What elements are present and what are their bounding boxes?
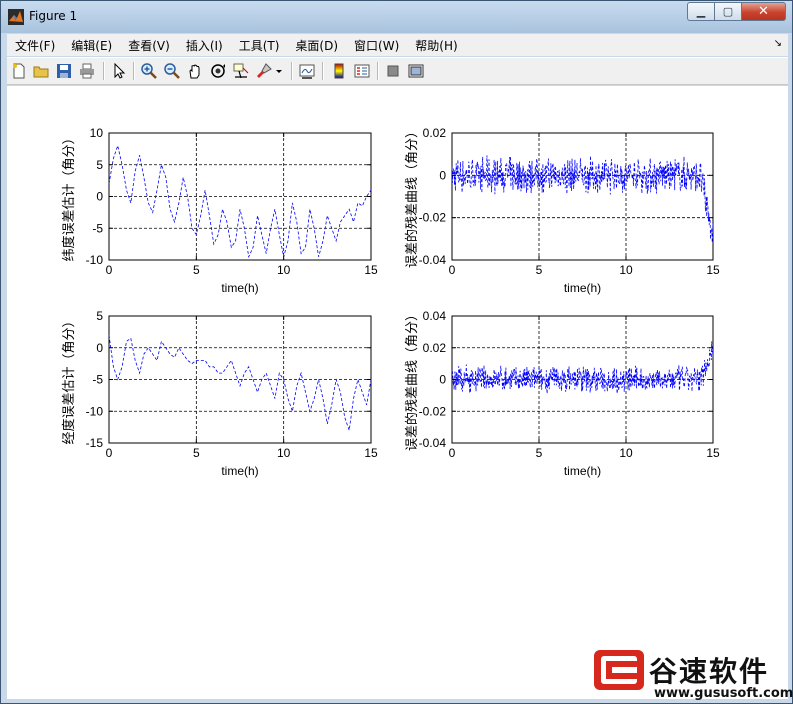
y-tick-label: -0.04 <box>419 253 447 267</box>
watermark-url: www.gususoft.com <box>654 686 793 701</box>
y-tick-label: -0.02 <box>419 211 447 225</box>
x-tick-label: 5 <box>536 446 543 460</box>
x-tick-label: 15 <box>706 263 720 277</box>
menu-bar: 文件(F) 编辑(E) 查看(V) 插入(I) 工具(T) 桌面(D) 窗口(W… <box>7 34 788 56</box>
x-tick-label: 10 <box>619 263 633 277</box>
axes-3[interactable]: 0 5 10 15 5 0 -5 -10 -15 time(h) 经度误差估计（角分） <box>61 309 378 478</box>
y-axis-label: 经度误差估计（角分） <box>61 314 76 444</box>
figure-window: Figure 1 ▁ ▢ ✕ 文件(F) 编辑(E) 查看(V) 插入(I) 工… <box>0 0 793 704</box>
y-axis-label: 纬度误差估计（角分） <box>61 131 76 261</box>
menu-view[interactable]: 查看(V) <box>120 37 178 54</box>
x-tick-label: 0 <box>449 263 456 277</box>
link-plot-icon[interactable] <box>299 63 315 79</box>
y-tick-label: 0 <box>439 373 446 387</box>
brush-dropdown-icon[interactable] <box>275 63 283 79</box>
new-figure-icon[interactable] <box>11 63 27 79</box>
axes-4[interactable]: 0 5 10 15 0.04 0.02 0 -0.02 -0.04 time(h) 误差的残差曲线（… <box>404 308 720 478</box>
brush-icon[interactable] <box>256 63 272 79</box>
edit-plot-arrow-icon[interactable] <box>111 63 127 79</box>
axes-1[interactable]: 0 5 10 15 10 5 0 -5 -10 time(h) 纬度误差估计（角分） <box>61 126 378 295</box>
axes-box <box>451 132 714 261</box>
title-bar[interactable]: Figure 1 ▁ ▢ ✕ <box>1 1 792 33</box>
plots-svg: 0 5 10 15 10 5 0 -5 -10 time(h) 纬度误差估计（角分） 0 5 10 15 0.… <box>61 125 720 478</box>
y-axis-label: 误差的残差曲线（角分） <box>404 125 419 268</box>
x-tick-label: 15 <box>364 446 378 460</box>
menu-file[interactable]: 文件(F) <box>7 37 63 54</box>
y-tick-label: 0.02 <box>423 341 447 355</box>
print-icon[interactable] <box>79 63 95 79</box>
watermark-brand: 谷速软件 <box>649 655 770 688</box>
menu-insert[interactable]: 插入(I) <box>178 37 231 54</box>
rotate-3d-icon[interactable] <box>210 63 226 79</box>
menu-overflow-icon[interactable]: ↘ <box>774 38 782 49</box>
y-tick-label: 5 <box>96 158 103 172</box>
menu-desktop[interactable]: 桌面(D) <box>287 37 346 54</box>
y-tick-label: 0 <box>439 168 446 182</box>
watermark: 谷速软件 www.gususoft.com <box>592 650 793 704</box>
x-axis-label: time(h) <box>564 281 601 295</box>
zoom-in-icon[interactable] <box>141 63 157 79</box>
x-tick-label: 15 <box>364 263 378 277</box>
y-tick-label: 0 <box>96 190 103 204</box>
y-tick-label: 0.02 <box>423 126 447 140</box>
matlab-logo-icon <box>8 9 24 25</box>
save-icon[interactable] <box>56 63 72 79</box>
close-button[interactable]: ✕ <box>741 2 786 21</box>
window-title: Figure 1 <box>29 9 78 23</box>
figure-toolbar <box>7 57 788 85</box>
menu-edit[interactable]: 编辑(E) <box>63 37 120 54</box>
colorbar-icon[interactable] <box>331 63 347 79</box>
y-tick-label: 0 <box>96 341 103 355</box>
gususoft-logo-icon <box>594 650 644 690</box>
x-tick-label: 10 <box>277 263 291 277</box>
y-tick-label: -15 <box>86 436 104 450</box>
pan-hand-icon[interactable] <box>187 63 203 79</box>
y-tick-label: -0.04 <box>419 436 447 450</box>
zoom-out-icon[interactable] <box>164 63 180 79</box>
open-file-icon[interactable] <box>33 63 49 79</box>
x-tick-label: 5 <box>193 263 200 277</box>
x-axis-label: time(h) <box>221 464 258 478</box>
x-axis-label: time(h) <box>564 464 601 478</box>
x-tick-label: 10 <box>619 446 633 460</box>
maximize-button[interactable]: ▢ <box>714 2 741 21</box>
x-tick-label: 0 <box>106 263 113 277</box>
y-tick-label: -5 <box>92 373 103 387</box>
minimize-button[interactable]: ▁ <box>687 2 714 21</box>
x-tick-label: 0 <box>106 446 113 460</box>
x-tick-label: 15 <box>706 446 720 460</box>
x-tick-label: 0 <box>449 446 456 460</box>
figure-canvas[interactable]: 0 5 10 15 10 5 0 -5 -10 time(h) 纬度误差估计（角分） 0 5 10 15 0.… <box>7 86 788 699</box>
menu-tools[interactable]: 工具(T) <box>231 37 288 54</box>
show-plot-tools-icon[interactable] <box>408 63 424 79</box>
x-tick-label: 5 <box>536 263 543 277</box>
data-cursor-icon[interactable] <box>233 63 249 79</box>
y-axis-label: 误差的残差曲线（角分） <box>404 308 419 451</box>
x-axis-label: time(h) <box>221 281 258 295</box>
x-tick-label: 5 <box>193 446 200 460</box>
hide-plot-tools-icon[interactable] <box>385 63 401 79</box>
y-tick-label: -0.02 <box>419 404 447 418</box>
y-tick-label: -10 <box>86 404 104 418</box>
menu-window[interactable]: 窗口(W) <box>346 37 407 54</box>
y-tick-label: 10 <box>90 126 104 140</box>
y-tick-label: -5 <box>92 221 103 235</box>
legend-icon[interactable] <box>354 63 370 79</box>
menu-help[interactable]: 帮助(H) <box>407 37 465 54</box>
y-tick-label: 5 <box>96 309 103 323</box>
x-tick-label: 10 <box>277 446 291 460</box>
axes-2[interactable]: 0 5 10 15 0.02 0 -0.02 -0.04 time(h) 误差的残差曲线（角分） <box>404 125 720 295</box>
y-tick-label: -10 <box>86 253 104 267</box>
y-tick-label: 0.04 <box>423 309 447 323</box>
